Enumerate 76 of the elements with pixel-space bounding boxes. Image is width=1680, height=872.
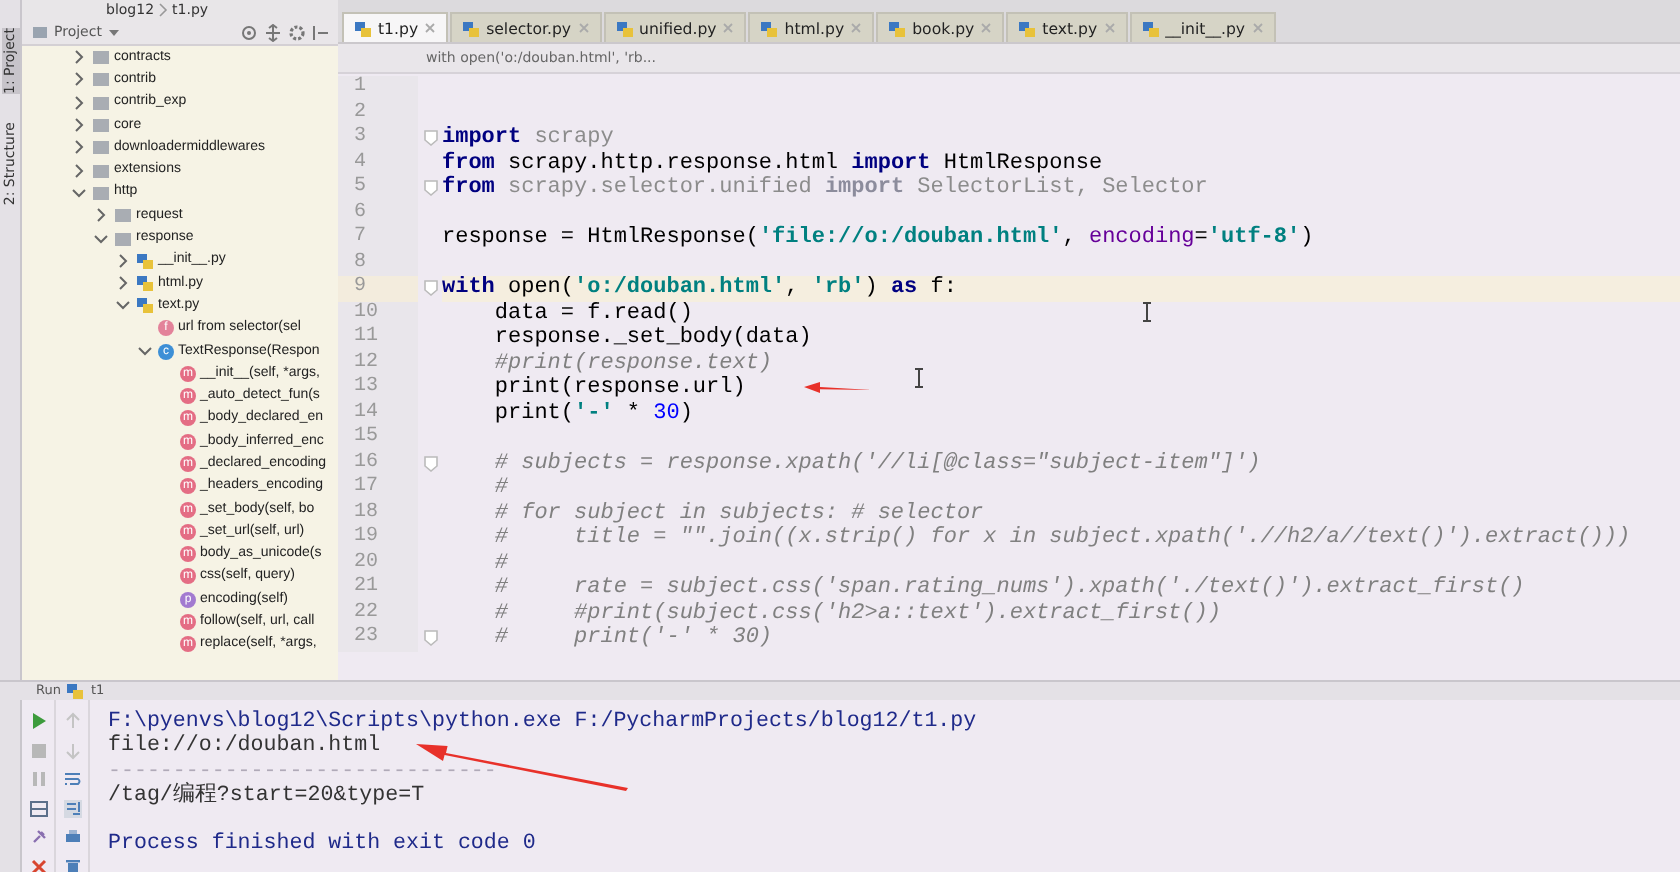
- python-file-icon: [354, 19, 372, 37]
- code-line: # title = "".join((x.strip() for x in subject.xpath('.//h2/a//text()').extract())): [492, 526, 1631, 551]
- line-number: 21: [338, 576, 418, 601]
- code-line: # #print(subject.css('h2>a::text').extract_first()): [492, 601, 1221, 626]
- line-number: 16: [338, 451, 418, 476]
- code-line: # for subject in subjects: # selector: [492, 501, 984, 526]
- line-number: 9: [338, 276, 418, 301]
- line-number: 19: [338, 526, 418, 551]
- status-line: Process finished with exit code 0: [108, 832, 536, 857]
- close-icon[interactable]: [424, 22, 437, 34]
- code-line: data = f.read(): [492, 301, 693, 326]
- code-line: #: [492, 476, 509, 501]
- hide-icon[interactable]: [312, 23, 330, 41]
- line-number: 17: [338, 476, 418, 501]
- fold-icon[interactable]: [423, 180, 437, 197]
- run-icon[interactable]: [29, 712, 47, 730]
- text-cursor-icon: [914, 368, 924, 388]
- output-line: /tag/编程?start=20&type=T: [108, 783, 425, 808]
- separator-line: ------------------------------: [108, 759, 497, 784]
- line-number: 15: [338, 426, 418, 451]
- text-cursor-icon: [1142, 302, 1152, 322]
- python-file-icon: [760, 19, 779, 37]
- line-number: 7: [338, 226, 418, 251]
- line-number: 1: [338, 76, 418, 101]
- python-file-icon: [1018, 19, 1037, 37]
- code-line: # print('-' * 30): [492, 626, 773, 651]
- code-line: #print(response.text): [492, 351, 773, 376]
- line-number: 3: [338, 126, 418, 151]
- command-line: F:\pyenvs\blog12\Scripts\python.exe F:/PycharmProjects/blog12/t1.py: [108, 710, 977, 734]
- print-icon[interactable]: [63, 828, 81, 846]
- chevron-icon: [158, 2, 169, 18]
- scroll-to-end-icon[interactable]: [63, 799, 81, 817]
- code-line: response._set_body(data): [492, 326, 812, 351]
- line-number: 12: [338, 351, 418, 376]
- fold-icon[interactable]: [423, 280, 437, 297]
- code-line: # subjects = response.xpath('//li[@class="subject-item"]'): [492, 451, 1261, 476]
- fold-icon[interactable]: [423, 630, 437, 647]
- line-number: 6: [338, 201, 418, 226]
- line-number: 8: [338, 251, 418, 276]
- code-line: # rate = subject.css('span.rating_nums').xpath('./text()').extract_first(): [492, 576, 1525, 601]
- line-number: 18: [338, 501, 418, 526]
- code-line: print('-' * 30): [492, 401, 693, 426]
- line-number: 5: [338, 176, 418, 201]
- collapse-icon[interactable]: [264, 23, 282, 41]
- line-number: 22: [338, 601, 418, 626]
- python-file-icon: [888, 19, 907, 37]
- fold-icon[interactable]: [423, 130, 437, 147]
- line-number: 13: [338, 376, 418, 401]
- pin-icon[interactable]: [29, 828, 47, 846]
- line-number: 23: [338, 626, 418, 651]
- code-line: import scrapy: [442, 126, 614, 151]
- code-line: print(response.url): [492, 376, 746, 401]
- layout-icon[interactable]: [29, 799, 47, 817]
- line-number: 20: [338, 551, 418, 576]
- close-icon[interactable]: [29, 857, 47, 872]
- settings-icon[interactable]: [288, 23, 306, 41]
- folder-icon: [32, 24, 48, 40]
- python-file-icon: [66, 682, 85, 700]
- caret-icon[interactable]: [107, 26, 120, 38]
- line-number: 10: [338, 301, 418, 326]
- line-number: 4: [338, 151, 418, 176]
- soft-wrap-icon[interactable]: [63, 770, 81, 788]
- code-line: response = HtmlResponse('file://o:/douban.html', encoding='utf-8'): [442, 226, 1314, 251]
- python-file-icon: [615, 19, 634, 37]
- code-line: from scrapy.http.response.html import HtmlResponse: [442, 151, 1103, 175]
- line-number: 11: [338, 326, 418, 351]
- line-number: 2: [338, 101, 418, 126]
- output-line: file://o:/douban.html: [108, 734, 381, 759]
- code-line: from scrapy.selector.unified import SelectorList, Selector: [442, 176, 1208, 201]
- code-line: #: [492, 551, 509, 576]
- python-file-icon: [462, 19, 481, 37]
- fold-icon[interactable]: [423, 455, 437, 472]
- python-file-icon: [1141, 19, 1160, 37]
- target-icon[interactable]: [240, 23, 258, 41]
- trash-icon[interactable]: [63, 857, 81, 872]
- line-number: 14: [338, 401, 418, 426]
